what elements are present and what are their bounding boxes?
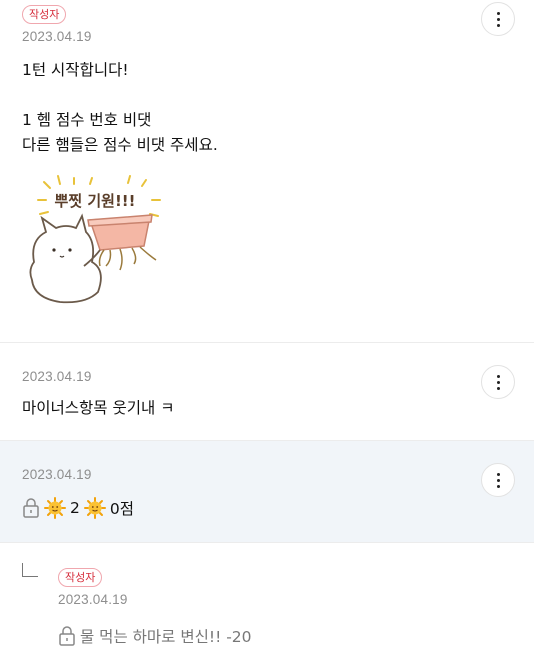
comment-date: 2023.04.19 (22, 369, 92, 384)
more-vertical-icon (496, 374, 500, 378)
comment-item-highlighted: 2023.04.19 2 0점 (0, 441, 534, 543)
more-vertical-icon (496, 11, 500, 15)
reply-arrow-icon (22, 563, 38, 577)
lock-icon (23, 498, 39, 518)
more-options-button[interactable] (481, 365, 515, 399)
comment-date: 2023.04.19 (58, 592, 128, 607)
comment-text: 2 0점 (22, 497, 134, 519)
score-value: 2 (70, 499, 80, 517)
comment-date: 2023.04.19 (22, 467, 92, 482)
comment-text: 마이너스항목 웃기내 ㅋ (22, 399, 175, 417)
comment-text: 1턴 시작합니다! 1 헴 점수 번호 비댓 다른 햄들은 점수 비댓 주세요. (22, 61, 218, 154)
comment-date: 2023.04.19 (22, 29, 92, 44)
author-badge: 작성자 (58, 568, 103, 587)
secret-comment-text: 물 먹는 하마로 변신!! -20 (80, 628, 252, 646)
more-options-button[interactable] (481, 2, 515, 36)
author-badge: 작성자 (22, 5, 67, 24)
comment-item: 작성자 2023.04.19 1턴 시작합니다! 1 헴 점수 번호 비댓 다른… (0, 0, 534, 343)
sun-emoji-icon (44, 497, 66, 519)
more-options-button[interactable] (481, 463, 515, 497)
reply-item: 작성자 2023.04.19 물 먹는 하마로 변신!! -20 (0, 543, 534, 652)
sun-emoji-icon (83, 497, 106, 519)
more-vertical-icon (496, 472, 500, 476)
lock-icon (59, 626, 75, 646)
comment-item: 2023.04.19 마이너스항목 웃기내 ㅋ (0, 343, 534, 441)
comment-text: 물 먹는 하마로 변신!! -20 (58, 625, 252, 647)
cat-sticker: 뿌찟 기원!!! (20, 170, 170, 310)
sticker-caption: 뿌찟 기원!!! (55, 192, 136, 210)
score-text: 0점 (109, 500, 134, 518)
